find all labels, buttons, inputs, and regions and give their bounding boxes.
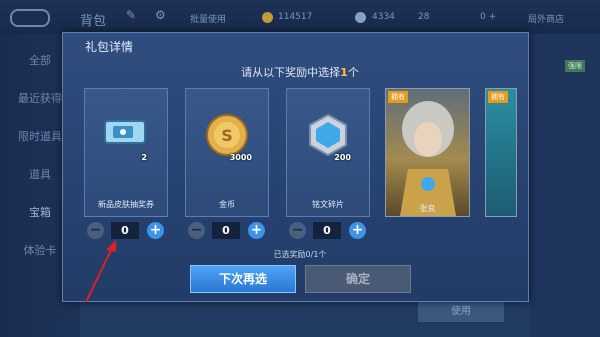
gear-icon[interactable]: ⚙ xyxy=(155,8,166,22)
owned-badge: 拥有 xyxy=(488,91,508,103)
reward-qty: 200 xyxy=(334,153,351,162)
currency-3: 28 xyxy=(418,12,430,22)
minus-button[interactable]: − xyxy=(188,222,205,239)
reward-label: 铭文碎片 xyxy=(312,200,344,209)
shop-link[interactable]: 局外商店 xyxy=(528,12,564,25)
ticket-icon xyxy=(104,120,146,144)
owned-badge: 拥有 xyxy=(388,91,408,103)
coin-icon xyxy=(262,12,273,23)
reward-card-inscription[interactable]: 200 铭文碎片 xyxy=(286,88,370,217)
reward-label: 金币 xyxy=(219,200,235,209)
reward-qty: 3000 xyxy=(229,153,252,162)
gold-coin-icon: S xyxy=(206,114,248,156)
hero-card[interactable]: 拥有 张良 xyxy=(385,88,470,217)
hero-card-partial[interactable]: 拥有 xyxy=(485,88,517,217)
quantity-value[interactable]: 0 xyxy=(313,222,341,239)
currency-1: 114517 xyxy=(278,12,313,22)
reward-card-gold[interactable]: S 3000 金币 xyxy=(185,88,269,217)
quantity-value[interactable]: 0 xyxy=(111,222,139,239)
reward-qty: 2 xyxy=(141,153,147,162)
edit-icon[interactable]: ✎ xyxy=(126,8,136,22)
next-time-button[interactable]: 下次再选 xyxy=(190,265,296,293)
bag-title: 背包 xyxy=(80,14,107,29)
plus-button[interactable]: + xyxy=(147,222,164,239)
diamond-icon xyxy=(355,12,366,23)
inscription-shard-icon xyxy=(309,113,347,157)
confirm-button[interactable]: 确定 xyxy=(305,265,411,293)
dialog-title: 礼包详情 xyxy=(85,40,134,54)
currency-2: 4334 xyxy=(372,12,395,22)
minus-button[interactable]: − xyxy=(87,222,104,239)
plus-button[interactable]: + xyxy=(248,222,265,239)
reward-label: 新品皮肤抽奖券 xyxy=(98,200,154,209)
quantity-value[interactable]: 0 xyxy=(212,222,240,239)
batch-use-tab[interactable]: 批量使用 xyxy=(190,12,226,25)
reward-card-ticket[interactable]: 2 新品皮肤抽奖券 xyxy=(84,88,168,217)
hero-label: 张良 xyxy=(419,204,436,213)
plus-button[interactable]: + xyxy=(349,222,366,239)
choose-prompt: 请从以下奖励中选择1个 xyxy=(241,66,359,79)
hero-portrait-icon xyxy=(400,101,456,216)
minus-button[interactable]: − xyxy=(289,222,306,239)
arrow-annotation-icon xyxy=(85,240,116,303)
background-use-button[interactable]: 使用 xyxy=(418,302,504,322)
currency-4[interactable]: 0 + xyxy=(480,12,496,22)
back-icon[interactable] xyxy=(10,9,50,27)
svg-text:S: S xyxy=(221,126,233,145)
